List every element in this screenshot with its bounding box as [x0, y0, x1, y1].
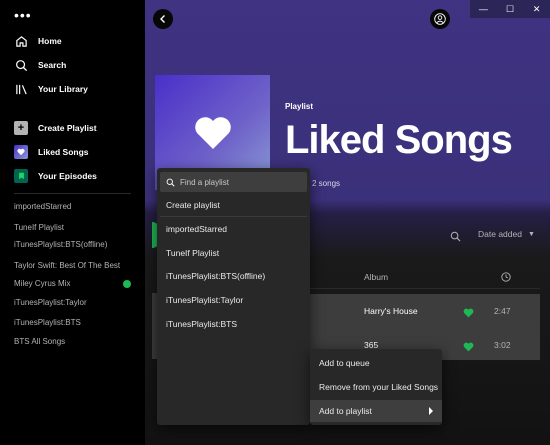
sidebar-item-home[interactable]: Home [14, 31, 62, 51]
menu-divider [160, 216, 307, 217]
album-link[interactable]: Harry's House [364, 306, 418, 316]
sidebar-playlist-item[interactable]: Taylor Swift: Best Of The Best [14, 259, 139, 273]
heart-icon [194, 116, 231, 149]
sidebar-playlist-item[interactable]: BTS All Songs [14, 335, 139, 349]
sidebar-item-label: Your Library [38, 84, 88, 94]
maximize-icon[interactable]: ☐ [497, 0, 524, 18]
window-controls: — ☐ ✕ [470, 0, 550, 18]
playlist-search-box[interactable] [160, 172, 307, 192]
songs-count: 2 songs [312, 179, 341, 188]
sidebar-playlist-item[interactable]: Miley Cyrus Mix [14, 277, 139, 291]
sort-label: Date added [478, 229, 522, 239]
sidebar-item-label: Home [38, 36, 62, 46]
download-indicator-icon [123, 280, 131, 288]
sidebar-item-create-playlist[interactable]: + Create Playlist [14, 118, 97, 138]
sidebar-playlist-item[interactable]: importedStarred [14, 200, 139, 214]
track-duration: 3:02 [494, 340, 511, 350]
sidebar-playlist-label: Miley Cyrus Mix [14, 279, 71, 288]
heart-icon [14, 145, 28, 159]
user-menu-button[interactable] [430, 9, 450, 29]
album-column-header[interactable]: Album [364, 272, 388, 282]
playlist-menu-item[interactable]: TuneIf Playlist [166, 248, 219, 258]
chevron-left-icon [160, 15, 165, 23]
sidebar-divider [14, 193, 131, 194]
track-duration: 2:47 [494, 306, 511, 316]
sidebar-playlist-item[interactable]: iTunesPlaylist:BTS [14, 316, 139, 330]
add-to-playlist-label: Add to playlist [319, 406, 372, 416]
sort-dropdown[interactable]: Date added ▼ [478, 229, 535, 239]
sidebar-item-label: Search [38, 60, 67, 70]
sidebar-playlist-item[interactable]: TuneIf Playlist [14, 221, 139, 235]
bookmark-icon [14, 169, 28, 183]
create-playlist-item[interactable]: Create playlist [166, 200, 220, 210]
playlist-search-button[interactable] [450, 229, 461, 247]
track-context-menu: Add to queue Remove from your Liked Song… [310, 349, 442, 425]
sidebar-playlist-item[interactable]: iTunesPlaylist:Taylor [14, 296, 139, 310]
sidebar-item-label: Liked Songs [38, 147, 89, 157]
sidebar-playlist-item[interactable]: iTunesPlaylist:BTS(offline) [14, 238, 139, 252]
sidebar-item-your-episodes[interactable]: Your Episodes [14, 166, 97, 186]
search-icon [14, 58, 28, 72]
minimize-icon[interactable]: — [470, 0, 497, 18]
playlist-menu-item[interactable]: iTunesPlaylist:BTS [166, 319, 237, 329]
remove-from-liked-item[interactable]: Remove from your Liked Songs [310, 376, 442, 398]
search-icon [450, 231, 461, 242]
find-playlist-input[interactable] [180, 177, 295, 187]
sidebar: ••• Home Search Your Library + Create Pl… [0, 0, 145, 445]
sidebar-item-label: Create Playlist [38, 123, 97, 133]
sidebar-item-liked-songs[interactable]: Liked Songs [14, 142, 89, 162]
caret-down-icon: ▼ [527, 230, 535, 238]
playlist-menu-item[interactable]: iTunesPlaylist:BTS(offline) [166, 271, 265, 281]
liked-heart-icon[interactable] [463, 305, 474, 323]
sidebar-item-label: Your Episodes [38, 171, 97, 181]
more-options-icon[interactable]: ••• [14, 8, 32, 22]
playlist-menu-item[interactable]: importedStarred [166, 224, 227, 234]
add-to-playlist-item[interactable]: Add to playlist [310, 400, 442, 422]
library-icon [14, 82, 28, 96]
submenu-arrow-icon [429, 407, 433, 415]
back-button[interactable] [153, 9, 173, 29]
liked-heart-icon[interactable] [463, 339, 474, 357]
user-icon [434, 13, 446, 25]
playlist-type-label: Playlist [285, 102, 314, 111]
table-header-divider [310, 288, 540, 289]
page-title: Liked Songs [285, 118, 513, 162]
playlist-picker-menu: Create playlist importedStarred TuneIf P… [157, 168, 310, 425]
add-to-queue-item[interactable]: Add to queue [310, 352, 442, 374]
clock-icon [501, 272, 511, 282]
sidebar-item-library[interactable]: Your Library [14, 79, 88, 99]
search-icon [166, 178, 175, 187]
duration-column-header [501, 272, 511, 284]
close-icon[interactable]: ✕ [523, 0, 550, 18]
plus-icon: + [14, 121, 28, 135]
playlist-menu-item[interactable]: iTunesPlaylist:Taylor [166, 295, 243, 305]
sidebar-item-search[interactable]: Search [14, 55, 66, 75]
home-icon [14, 34, 28, 48]
